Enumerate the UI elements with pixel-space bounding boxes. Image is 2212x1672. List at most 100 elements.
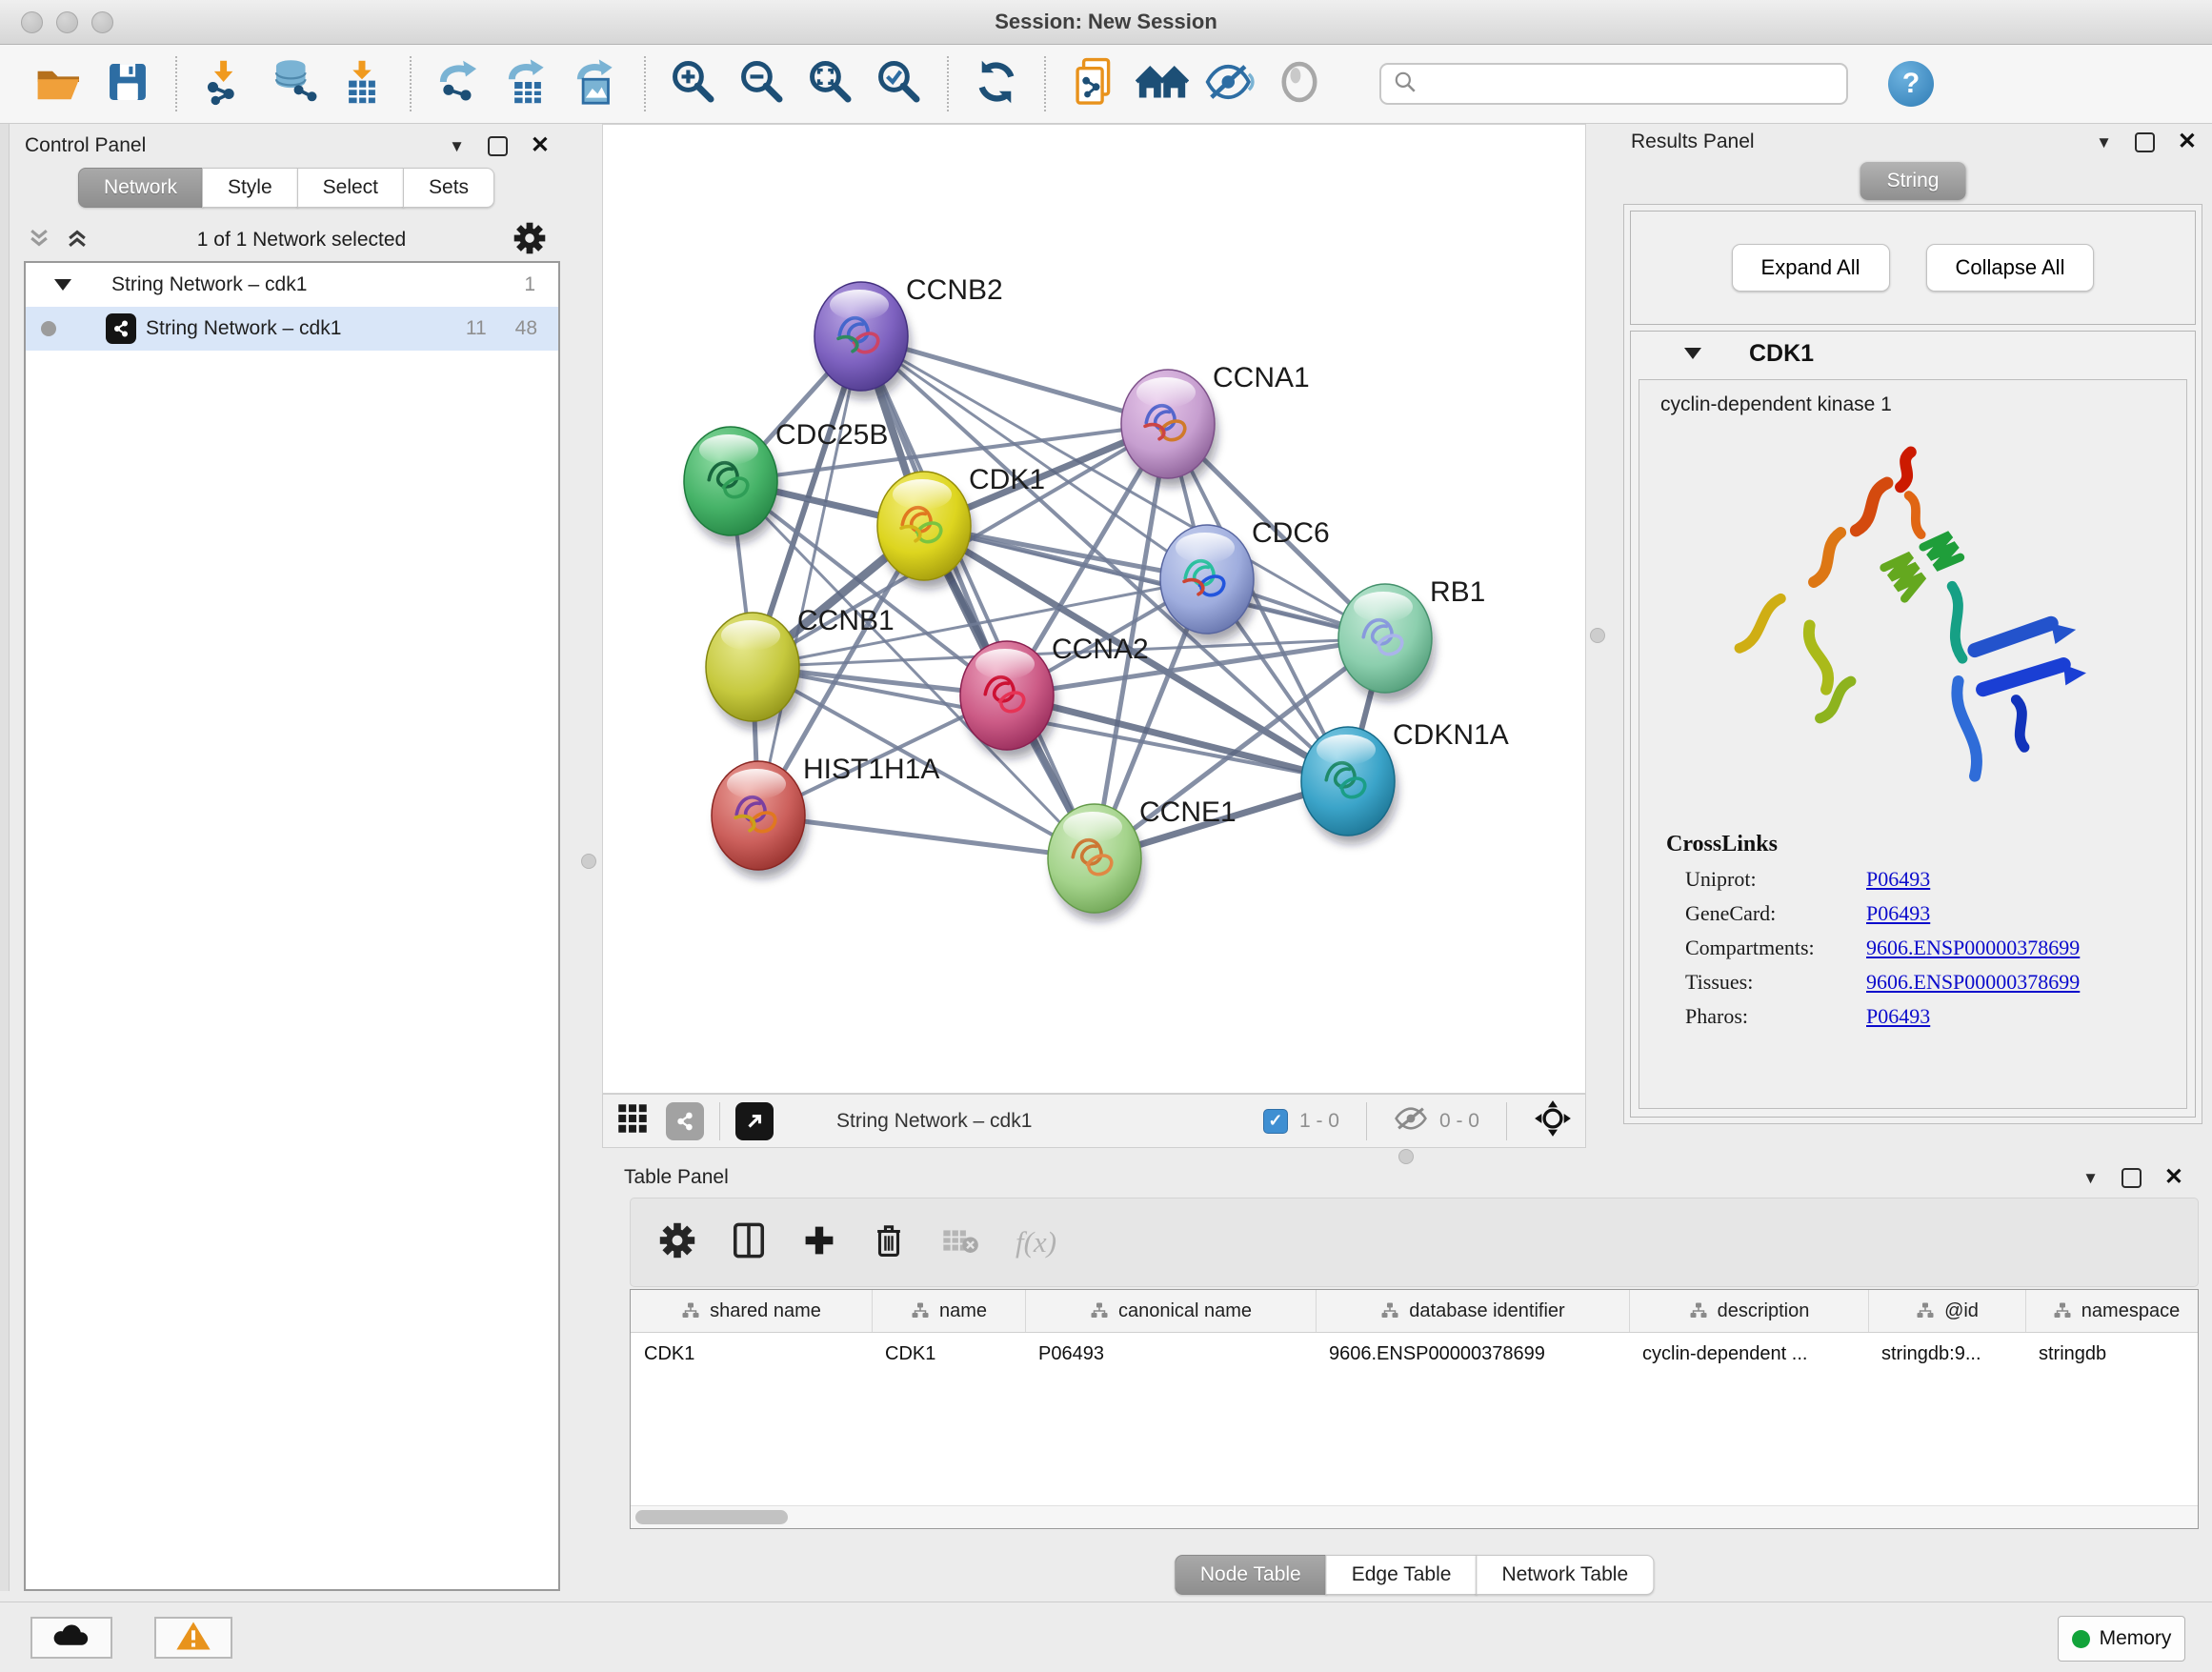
network-canvas[interactable]: CCNB2CCNA1CDC25BCDK1CDC6RB1CCNB1CCNA2CDK…	[602, 124, 1586, 1094]
crosslink-label: GeneCard:	[1685, 901, 1866, 926]
export-image-button[interactable]	[567, 54, 626, 113]
toolbar-separator	[644, 56, 646, 111]
delete-column-trash-icon[interactable]	[873, 1222, 905, 1263]
panel-float-icon[interactable]	[2135, 132, 2155, 152]
tab-style[interactable]: Style	[202, 168, 298, 208]
copy-network-button[interactable]	[1064, 54, 1123, 113]
tab-network[interactable]: Network	[78, 168, 203, 208]
column-header-canonical-name[interactable]: canonical name	[1025, 1290, 1316, 1332]
search-input[interactable]	[1418, 71, 1846, 96]
table-row[interactable]: CDK1CDK1P064939606.ENSP00000378699cyclin…	[631, 1333, 2198, 1376]
window-close-button[interactable]	[21, 11, 43, 33]
show-columns-icon[interactable]	[732, 1222, 766, 1263]
column-header-description[interactable]: description	[1629, 1290, 1868, 1332]
network-node[interactable]	[1048, 804, 1144, 921]
export-network-button[interactable]	[430, 54, 489, 113]
show-graphics-button[interactable]	[1270, 54, 1329, 113]
network-edge[interactable]	[758, 336, 861, 816]
gene-section-header[interactable]: CDK1	[1631, 332, 2195, 375]
network-node[interactable]	[1301, 727, 1398, 844]
horizontal-scrollbar[interactable]	[631, 1505, 2198, 1528]
panel-menu-icon[interactable]: ▼	[2082, 1170, 2099, 1186]
right-splitter-handle[interactable]	[1590, 628, 1605, 643]
tab-node-table[interactable]: Node Table	[1175, 1555, 1327, 1595]
gear-icon[interactable]	[513, 222, 546, 259]
crosslink-link[interactable]: P06493	[1866, 1004, 1930, 1029]
export-table-button[interactable]	[498, 54, 557, 113]
column-header-name[interactable]: name	[872, 1290, 1025, 1332]
left-splitter-handle[interactable]	[581, 854, 596, 869]
panel-menu-icon[interactable]: ▼	[2096, 134, 2112, 151]
crosslink-label: Uniprot:	[1685, 867, 1866, 892]
panel-close-icon[interactable]: ✕	[2178, 131, 2197, 153]
zoom-out-button[interactable]	[733, 54, 792, 113]
hide-graphics-button[interactable]	[1201, 54, 1260, 113]
window-minimize-button[interactable]	[56, 11, 78, 33]
network-collection-row[interactable]: String Network – cdk1 1	[26, 263, 558, 307]
save-session-button[interactable]	[98, 54, 157, 113]
column-header-shared-name[interactable]: shared name	[631, 1290, 872, 1332]
open-in-browser-icon[interactable]	[735, 1102, 774, 1140]
tab-string[interactable]: String	[1860, 162, 1966, 200]
panel-close-icon[interactable]: ✕	[2164, 1166, 2183, 1189]
network-node[interactable]	[1121, 370, 1217, 487]
network-node[interactable]	[684, 427, 780, 544]
toolbar-separator	[947, 56, 949, 111]
scrollbar-thumb[interactable]	[635, 1510, 788, 1524]
network-row[interactable]: String Network – cdk1 11 48	[26, 307, 558, 351]
search-icon	[1393, 70, 1418, 99]
network-node[interactable]	[877, 472, 974, 589]
tab-select[interactable]: Select	[297, 168, 404, 208]
tree-expand-icon[interactable]	[54, 279, 71, 291]
column-header-namespace[interactable]: namespace	[2025, 1290, 2199, 1332]
window-zoom-button[interactable]	[91, 11, 113, 33]
table-settings-gear-icon[interactable]	[659, 1222, 695, 1263]
hidden-eye-slash-icon[interactable]	[1394, 1105, 1428, 1137]
birdseye-crosshair-icon[interactable]	[1534, 1099, 1572, 1142]
network-node[interactable]	[960, 641, 1056, 758]
expand-all-button[interactable]: Expand All	[1732, 244, 1890, 292]
cloud-status-button[interactable]	[30, 1617, 112, 1659]
tab-sets[interactable]: Sets	[403, 168, 494, 208]
zoom-in-button[interactable]	[664, 54, 723, 113]
panel-close-icon[interactable]: ✕	[531, 134, 550, 157]
panel-float-icon[interactable]	[488, 136, 508, 156]
expand-all-networks-icon[interactable]	[65, 226, 90, 255]
column-header-database-identifier[interactable]: database identifier	[1316, 1290, 1629, 1332]
import-network-from-file-button[interactable]	[195, 54, 254, 113]
warning-status-button[interactable]	[154, 1617, 232, 1659]
tab-network-table[interactable]: Network Table	[1476, 1555, 1654, 1595]
grid-view-icon[interactable]	[616, 1102, 649, 1139]
collapse-all-networks-icon[interactable]	[27, 226, 51, 255]
home-networks-button[interactable]	[1133, 54, 1192, 113]
table-panel-header: Table Panel ▼ ✕	[616, 1159, 2212, 1196]
crosslink-link[interactable]: P06493	[1866, 901, 1930, 926]
tab-edge-table[interactable]: Edge Table	[1326, 1555, 1478, 1595]
crosslink-link[interactable]: P06493	[1866, 867, 1930, 892]
open-session-button[interactable]	[30, 54, 89, 113]
add-column-icon[interactable]	[802, 1223, 836, 1262]
zoom-fit-button[interactable]	[801, 54, 860, 113]
import-table-button[interactable]	[332, 54, 392, 113]
network-share-icon[interactable]	[666, 1102, 704, 1140]
crosslink-link[interactable]: 9606.ENSP00000378699	[1866, 936, 2080, 960]
section-collapse-icon[interactable]	[1684, 348, 1701, 359]
update-network-button[interactable]	[967, 54, 1026, 113]
column-header-@id[interactable]: @id	[1868, 1290, 2025, 1332]
collapse-all-button[interactable]: Collapse All	[1926, 244, 2095, 292]
panel-float-icon[interactable]	[2122, 1168, 2142, 1188]
selected-indicator-checkbox[interactable]: ✓	[1263, 1109, 1288, 1134]
network-edge[interactable]	[758, 816, 1095, 858]
zoom-selected-button[interactable]	[870, 54, 929, 113]
bottom-splitter-handle[interactable]	[1398, 1149, 1414, 1164]
memory-button[interactable]: Memory	[2058, 1616, 2185, 1662]
panel-menu-icon[interactable]: ▼	[449, 138, 465, 154]
protein-structure-image	[1639, 433, 2186, 805]
crosslink-link[interactable]: 9606.ENSP00000378699	[1866, 970, 2080, 995]
network-node[interactable]	[1338, 584, 1435, 701]
network-node[interactable]	[712, 761, 808, 878]
network-node[interactable]	[814, 282, 911, 399]
import-network-from-database-button[interactable]	[264, 54, 323, 113]
help-button[interactable]: ?	[1888, 61, 1934, 107]
network-node[interactable]	[706, 613, 802, 730]
